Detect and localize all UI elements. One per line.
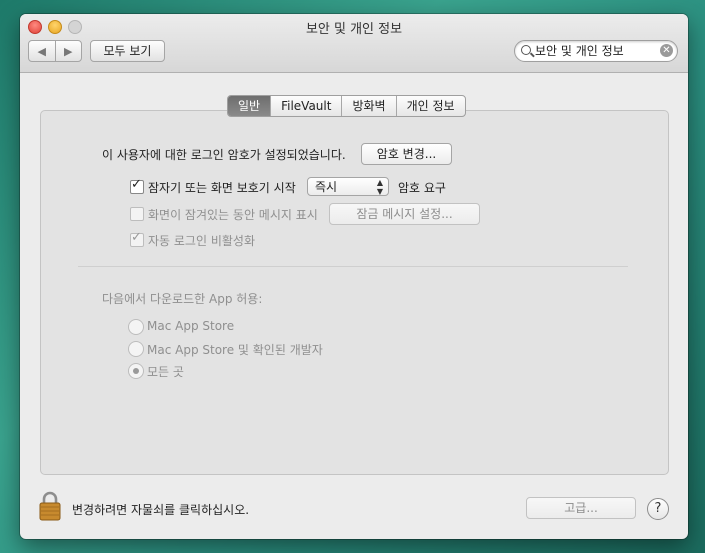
radio-mac-app-store-label: Mac App Store	[147, 319, 235, 333]
radio-anywhere-label: 모든 곳	[147, 365, 184, 379]
show-all-button[interactable]: 모두 보기	[90, 40, 165, 62]
disable-auto-login-checkbox[interactable]	[130, 230, 144, 247]
lock-text: 변경하려면 자물쇠를 클릭하십시오.	[72, 503, 250, 517]
disable-auto-login-label: 자동 로그인 비활성화	[148, 234, 255, 248]
radio-mac-app-store[interactable]	[128, 319, 144, 335]
chevron-right-icon: ▶	[64, 44, 73, 58]
search-field[interactable]: ✕	[514, 40, 678, 62]
tab-filevault[interactable]: FileVault	[270, 96, 341, 116]
preferences-window: 보안 및 개인 정보 ◀ ▶ 모두 보기 ✕ 일반 FileVault 방화벽 …	[20, 14, 688, 539]
select-arrows-icon: ▲ ▼	[376, 178, 383, 196]
lock-icon[interactable]	[38, 491, 62, 521]
title-bar: 보안 및 개인 정보 ◀ ▶ 모두 보기 ✕	[20, 14, 688, 73]
tab-firewall[interactable]: 방화벽	[341, 96, 395, 116]
radio-anywhere[interactable]	[128, 363, 144, 379]
clear-search-icon[interactable]: ✕	[660, 44, 673, 57]
window-title: 보안 및 개인 정보	[305, 22, 403, 37]
downloads-heading: 다음에서 다운로드한 App 허용:	[102, 292, 263, 306]
require-password-delay-select[interactable]: 즉시 ▲ ▼	[307, 177, 389, 196]
radio-identified-developers-label: Mac App Store 및 확인된 개발자	[147, 343, 323, 357]
require-password-label: 잠자기 또는 화면 보호기 시작	[148, 181, 296, 195]
advanced-button[interactable]: 고급...	[526, 497, 636, 519]
tab-privacy[interactable]: 개인 정보	[395, 96, 465, 116]
chevron-left-icon: ◀	[37, 44, 46, 58]
help-button[interactable]: ?	[647, 498, 669, 520]
change-password-button[interactable]: 암호 변경...	[361, 143, 452, 165]
radio-identified-developers[interactable]	[128, 341, 144, 357]
tab-bar: 일반 FileVault 방화벽 개인 정보	[227, 95, 466, 117]
require-password-checkbox[interactable]	[130, 177, 144, 194]
back-button[interactable]: ◀	[29, 41, 55, 61]
set-lock-message-button[interactable]: 잠금 메시지 설정...	[329, 203, 480, 225]
back-forward-group: ◀ ▶	[28, 40, 82, 62]
search-icon	[521, 45, 531, 55]
tab-general[interactable]: 일반	[228, 96, 271, 116]
login-password-text: 이 사용자에 대한 로그인 암호가 설정되었습니다.	[102, 148, 346, 162]
forward-button[interactable]: ▶	[54, 41, 82, 61]
show-message-checkbox[interactable]	[130, 207, 144, 221]
delay-value: 즉시	[315, 180, 338, 194]
search-input[interactable]	[535, 42, 653, 59]
section-divider	[78, 266, 628, 267]
require-password-suffix: 암호 요구	[398, 181, 446, 195]
show-message-label: 화면이 잠겨있는 동안 메시지 표시	[148, 208, 318, 222]
